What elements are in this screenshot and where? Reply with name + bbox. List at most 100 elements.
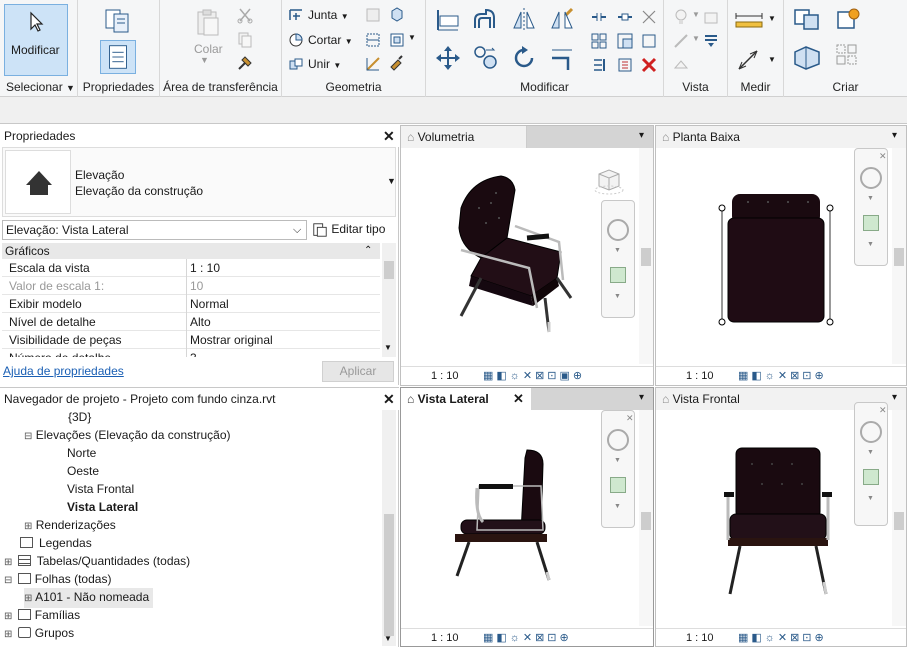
tree-item-tabelas[interactable]: ⊞ Tabelas/Quantidades (todas) bbox=[4, 552, 190, 572]
close-navbar-icon[interactable]: ✕ bbox=[879, 405, 887, 416]
viewport-menu-icon[interactable]: ▾ bbox=[892, 392, 897, 403]
view-controls-icons[interactable]: ▦◧☼✕⊠⊡▣⊕ bbox=[483, 367, 585, 385]
steering-wheel-icon[interactable] bbox=[860, 421, 882, 443]
view-scale[interactable]: 1 : 10 bbox=[686, 367, 714, 385]
navigation-bar[interactable]: ▼ ▼ bbox=[601, 200, 635, 318]
rotate-icon[interactable] bbox=[510, 44, 538, 72]
tree-item-elevacoes[interactable]: ⊟ Elevações (Elevação da construção) bbox=[24, 426, 231, 446]
create-group-icon[interactable] bbox=[834, 42, 860, 68]
override-graphics-icon[interactable] bbox=[702, 8, 720, 26]
tree-item-folhas[interactable]: ⊟ Folhas (todas) bbox=[4, 570, 111, 590]
zoom-icon[interactable] bbox=[863, 469, 879, 485]
close-navbar-icon[interactable]: ✕ bbox=[626, 413, 634, 424]
demolish-icon[interactable] bbox=[388, 6, 406, 24]
cortar-button[interactable]: Cortar ▼ bbox=[308, 33, 353, 47]
prop-row[interactable]: Exibir modelo Normal bbox=[2, 295, 380, 313]
wheel-dropdown-icon[interactable]: ▼ bbox=[614, 247, 621, 254]
browser-scrollbar[interactable]: ▼ bbox=[382, 410, 396, 646]
delete-icon[interactable] bbox=[640, 56, 658, 74]
steering-wheel-icon[interactable] bbox=[607, 429, 629, 451]
scroll-thumb[interactable] bbox=[894, 248, 904, 266]
prop-row[interactable]: Escala da vista 1 : 10 bbox=[2, 259, 380, 277]
match-properties-icon[interactable] bbox=[236, 54, 254, 72]
viewport-menu-icon[interactable]: ▾ bbox=[639, 392, 644, 403]
viewport-menu-icon[interactable]: ▾ bbox=[639, 130, 644, 141]
tree-item-grupos[interactable]: ⊞ Grupos bbox=[4, 624, 74, 644]
navigation-bar[interactable]: ✕ ▼ ▼ bbox=[601, 410, 635, 528]
apply-button[interactable]: Aplicar bbox=[322, 361, 394, 382]
viewport-volumetria[interactable]: ⌂ Volumetria ▾ ▼ ▼ 1 : 10 ▦◧☼✕⊠⊡▣⊕ bbox=[400, 125, 654, 386]
copy-element-icon[interactable] bbox=[472, 44, 500, 72]
zoom-dropdown-icon[interactable]: ▼ bbox=[867, 241, 874, 248]
properties-scroll-thumb[interactable] bbox=[384, 261, 394, 279]
linework-icon[interactable] bbox=[672, 32, 690, 50]
selecionar-dropdown[interactable]: Selecionar ▼ bbox=[0, 80, 77, 94]
linework-dropdown-icon[interactable]: ▼ bbox=[692, 34, 700, 43]
steering-wheel-icon[interactable] bbox=[607, 219, 629, 241]
viewport-scrollbar[interactable] bbox=[639, 148, 653, 364]
offset-icon[interactable] bbox=[472, 6, 500, 34]
dimension-dropdown-icon[interactable]: ▼ bbox=[768, 55, 776, 64]
view-controls-icons[interactable]: ▦◧☼✕⊠⊡⊕ bbox=[483, 629, 572, 647]
scroll-thumb[interactable] bbox=[641, 248, 651, 266]
view-controls-icons[interactable]: ▦◧☼✕⊠⊡⊕ bbox=[738, 629, 827, 647]
align-icon[interactable] bbox=[434, 6, 462, 34]
view-instance-select[interactable]: Elevação: Vista Lateral ⌵ bbox=[2, 220, 307, 240]
view-scale[interactable]: 1 : 10 bbox=[686, 629, 714, 647]
hide-bulb-icon[interactable] bbox=[672, 8, 690, 26]
wheel-dropdown-icon[interactable]: ▼ bbox=[614, 457, 621, 464]
zoom-icon[interactable] bbox=[863, 215, 879, 231]
project-browser-close-icon[interactable]: ✕ bbox=[383, 392, 395, 406]
edit-type-button[interactable]: Editar tipo bbox=[312, 220, 385, 240]
tree-item-legendas[interactable]: Legendas bbox=[20, 534, 92, 552]
zoom-icon[interactable] bbox=[610, 267, 626, 283]
tree-item-vista-frontal[interactable]: Vista Frontal bbox=[67, 480, 134, 498]
tree-item-oeste[interactable]: Oeste bbox=[67, 462, 99, 480]
create-parts-icon[interactable] bbox=[792, 42, 822, 72]
zoom-dropdown-icon[interactable]: ▼ bbox=[614, 503, 621, 510]
type-properties-icon[interactable] bbox=[103, 6, 131, 34]
scroll-thumb[interactable] bbox=[894, 512, 904, 530]
scroll-down-icon[interactable]: ▼ bbox=[384, 634, 392, 643]
type-selector[interactable]: Elevação Elevação da construção ▼ bbox=[2, 147, 396, 217]
viewcube-icon[interactable] bbox=[591, 166, 625, 196]
elements-icon[interactable] bbox=[672, 56, 690, 74]
split-face-icon[interactable] bbox=[364, 31, 382, 49]
geometry-dropdown-icon[interactable]: ▼ bbox=[408, 33, 416, 42]
split-element-icon[interactable] bbox=[640, 8, 658, 26]
pin-icon[interactable] bbox=[590, 56, 608, 74]
zoom-dropdown-icon[interactable]: ▼ bbox=[614, 293, 621, 300]
dimension-icon[interactable] bbox=[736, 48, 760, 72]
create-assembly-icon[interactable] bbox=[792, 6, 822, 34]
tree-item-familias[interactable]: ⊞ Famílias bbox=[4, 606, 80, 626]
viewport-menu-icon[interactable]: ▾ bbox=[892, 130, 897, 141]
rotate-small-icon[interactable] bbox=[640, 32, 658, 50]
view-controls-icons[interactable]: ▦◧☼✕⊠⊡⊕ bbox=[738, 367, 827, 385]
viewport-vista-frontal[interactable]: ⌂ Vista Frontal ▾ ✕ ▼ ▼ 1 : 10 ▦◧☼✕⊠⊡⊕ bbox=[655, 387, 907, 647]
close-view-icon[interactable]: ✕ bbox=[513, 391, 524, 407]
split-gap-icon[interactable] bbox=[616, 8, 634, 26]
measure-icon[interactable] bbox=[734, 10, 764, 30]
tree-item-renderizacoes[interactable]: ⊞ Renderizações bbox=[24, 516, 116, 536]
mirror-axis-icon[interactable] bbox=[510, 6, 538, 34]
array-icon[interactable] bbox=[590, 32, 608, 50]
steering-wheel-icon[interactable] bbox=[860, 167, 882, 189]
prop-row[interactable]: Visibilidade de peças Mostrar original bbox=[2, 331, 380, 349]
tree-item-3d[interactable]: {3D} bbox=[68, 408, 91, 426]
view-scale[interactable]: 1 : 10 bbox=[431, 367, 459, 385]
wall-joins-icon[interactable] bbox=[364, 6, 382, 24]
copy-icon[interactable] bbox=[236, 31, 254, 49]
zoom-dropdown-icon[interactable]: ▼ bbox=[867, 495, 874, 502]
browser-scroll-thumb[interactable] bbox=[384, 514, 394, 636]
scroll-down-icon[interactable]: ▼ bbox=[384, 343, 392, 352]
tree-item-norte[interactable]: Norte bbox=[67, 444, 96, 462]
wall-opening-icon[interactable] bbox=[388, 31, 406, 49]
viewport-scrollbar[interactable] bbox=[639, 410, 653, 626]
section-graficos[interactable]: Gráficos ⌃ bbox=[2, 243, 380, 259]
properties-help-link[interactable]: Ajuda de propriedades bbox=[3, 364, 124, 378]
viewport-scrollbar[interactable] bbox=[892, 148, 906, 364]
prop-row[interactable]: Número de detalhe 3 bbox=[2, 349, 380, 357]
scroll-thumb[interactable] bbox=[641, 512, 651, 530]
type-selector-dropdown-icon[interactable]: ▼ bbox=[387, 176, 396, 186]
hide-dropdown-icon[interactable]: ▼ bbox=[692, 10, 700, 19]
